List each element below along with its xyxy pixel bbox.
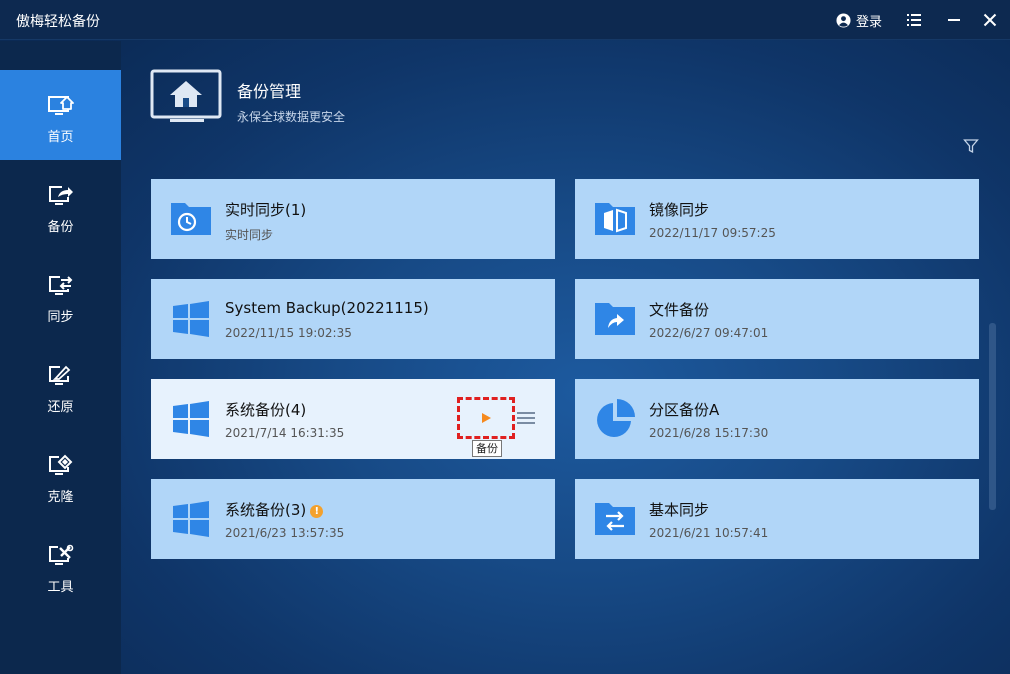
task-subtitle: 2021/6/21 10:57:41 xyxy=(649,526,769,540)
task-card[interactable]: 实时同步(1) 实时同步 xyxy=(151,179,555,259)
mirror-sync-icon xyxy=(595,199,635,239)
filter-icon xyxy=(963,139,979,154)
sidebar-item-clone[interactable]: 克隆 xyxy=(0,430,121,520)
task-card[interactable]: 分区备份A 2021/6/28 15:17:30 xyxy=(575,379,979,459)
task-card[interactable]: 基本同步 2021/6/21 10:57:41 xyxy=(575,479,979,559)
task-card[interactable]: 系统备份(3)! 2021/6/23 13:57:35 xyxy=(151,479,555,559)
task-subtitle: 2021/6/28 15:17:30 xyxy=(649,426,769,440)
backup-icon xyxy=(46,182,76,210)
task-subtitle: 2022/11/15 19:02:35 xyxy=(225,326,352,340)
page-subtitle: 永保全球数据更安全 xyxy=(237,110,346,124)
sync-icon xyxy=(46,272,76,300)
minimize-button[interactable] xyxy=(944,10,964,30)
task-subtitle: 实时同步 xyxy=(225,228,274,242)
file-backup-folder-icon xyxy=(595,299,635,339)
windows-icon xyxy=(171,299,211,339)
minimize-icon xyxy=(948,19,960,21)
close-button[interactable] xyxy=(980,10,1000,30)
list-menu-icon xyxy=(907,14,921,26)
sidebar-item-restore[interactable]: 还原 xyxy=(0,340,121,430)
page-title: 备份管理 xyxy=(237,82,302,101)
user-icon xyxy=(836,12,851,28)
task-title: 系统备份(4) xyxy=(225,401,307,419)
restore-icon xyxy=(46,362,76,390)
task-title: 基本同步 xyxy=(649,501,710,519)
task-title: 分区备份A xyxy=(649,401,720,419)
task-card[interactable]: 镜像同步 2022/11/17 09:57:25 xyxy=(575,179,979,259)
home-monitor-icon xyxy=(46,92,76,120)
sidebar-item-tools[interactable]: 工具 xyxy=(0,520,121,610)
task-card[interactable]: System Backup(20221115) 2022/11/15 19:02… xyxy=(151,279,555,359)
sidebar-item-label: 首页 xyxy=(47,130,74,145)
windows-icon xyxy=(171,499,211,539)
task-subtitle: 2021/7/14 16:31:35 xyxy=(225,426,345,440)
sidebar-item-backup[interactable]: 备份 xyxy=(0,160,121,250)
run-backup-button[interactable] xyxy=(457,397,515,439)
app-window: 傲梅轻松备份 登录 首页 备份 同步 还原 克隆 工具 备份管理 永保全球数据更… xyxy=(0,0,1010,674)
hamburger-icon xyxy=(517,412,535,424)
backup-tooltip: 备份 xyxy=(472,440,502,457)
sidebar-item-label: 还原 xyxy=(47,400,74,415)
task-subtitle: 2021/6/23 13:57:35 xyxy=(225,526,345,540)
task-menu-button[interactable] xyxy=(517,410,535,426)
partition-pie-icon xyxy=(595,399,635,439)
filter-button[interactable] xyxy=(963,138,979,154)
task-title: 实时同步(1) xyxy=(225,201,307,219)
clone-icon xyxy=(46,452,76,480)
title-bar: 傲梅轻松备份 登录 xyxy=(0,0,1010,40)
sidebar-item-label: 克隆 xyxy=(47,490,74,505)
task-title: System Backup(20221115) xyxy=(225,299,429,317)
task-title: 系统备份(3) xyxy=(225,501,307,519)
tools-icon xyxy=(46,542,76,570)
basic-sync-folder-icon xyxy=(595,499,635,539)
clock-folder-icon xyxy=(171,199,211,239)
task-subtitle: 2022/6/27 09:47:01 xyxy=(649,326,769,340)
task-card[interactable]: 文件备份 2022/6/27 09:47:01 xyxy=(575,279,979,359)
windows-icon xyxy=(171,399,211,439)
sidebar-item-label: 工具 xyxy=(47,580,74,595)
task-title: 文件备份 xyxy=(649,301,710,319)
sidebar: 首页 备份 同步 还原 克隆 工具 xyxy=(0,41,121,674)
warning-icon: ! xyxy=(310,505,324,518)
sidebar-item-home[interactable]: 首页 xyxy=(0,70,121,160)
play-icon xyxy=(482,413,491,423)
task-subtitle: 2022/11/17 09:57:25 xyxy=(649,226,776,240)
backup-management-icon xyxy=(150,69,224,133)
task-title-row: 系统备份(3)! xyxy=(225,499,324,520)
sidebar-item-label: 备份 xyxy=(47,220,74,235)
vertical-scrollbar[interactable] xyxy=(989,323,996,510)
login-label: 登录 xyxy=(856,14,883,30)
task-title: 镜像同步 xyxy=(649,201,710,219)
login-button[interactable]: 登录 xyxy=(836,11,883,30)
close-icon xyxy=(983,13,997,27)
sidebar-item-sync[interactable]: 同步 xyxy=(0,250,121,340)
sidebar-item-label: 同步 xyxy=(47,310,74,325)
menu-button[interactable] xyxy=(904,10,924,30)
app-title: 傲梅轻松备份 xyxy=(16,14,100,30)
